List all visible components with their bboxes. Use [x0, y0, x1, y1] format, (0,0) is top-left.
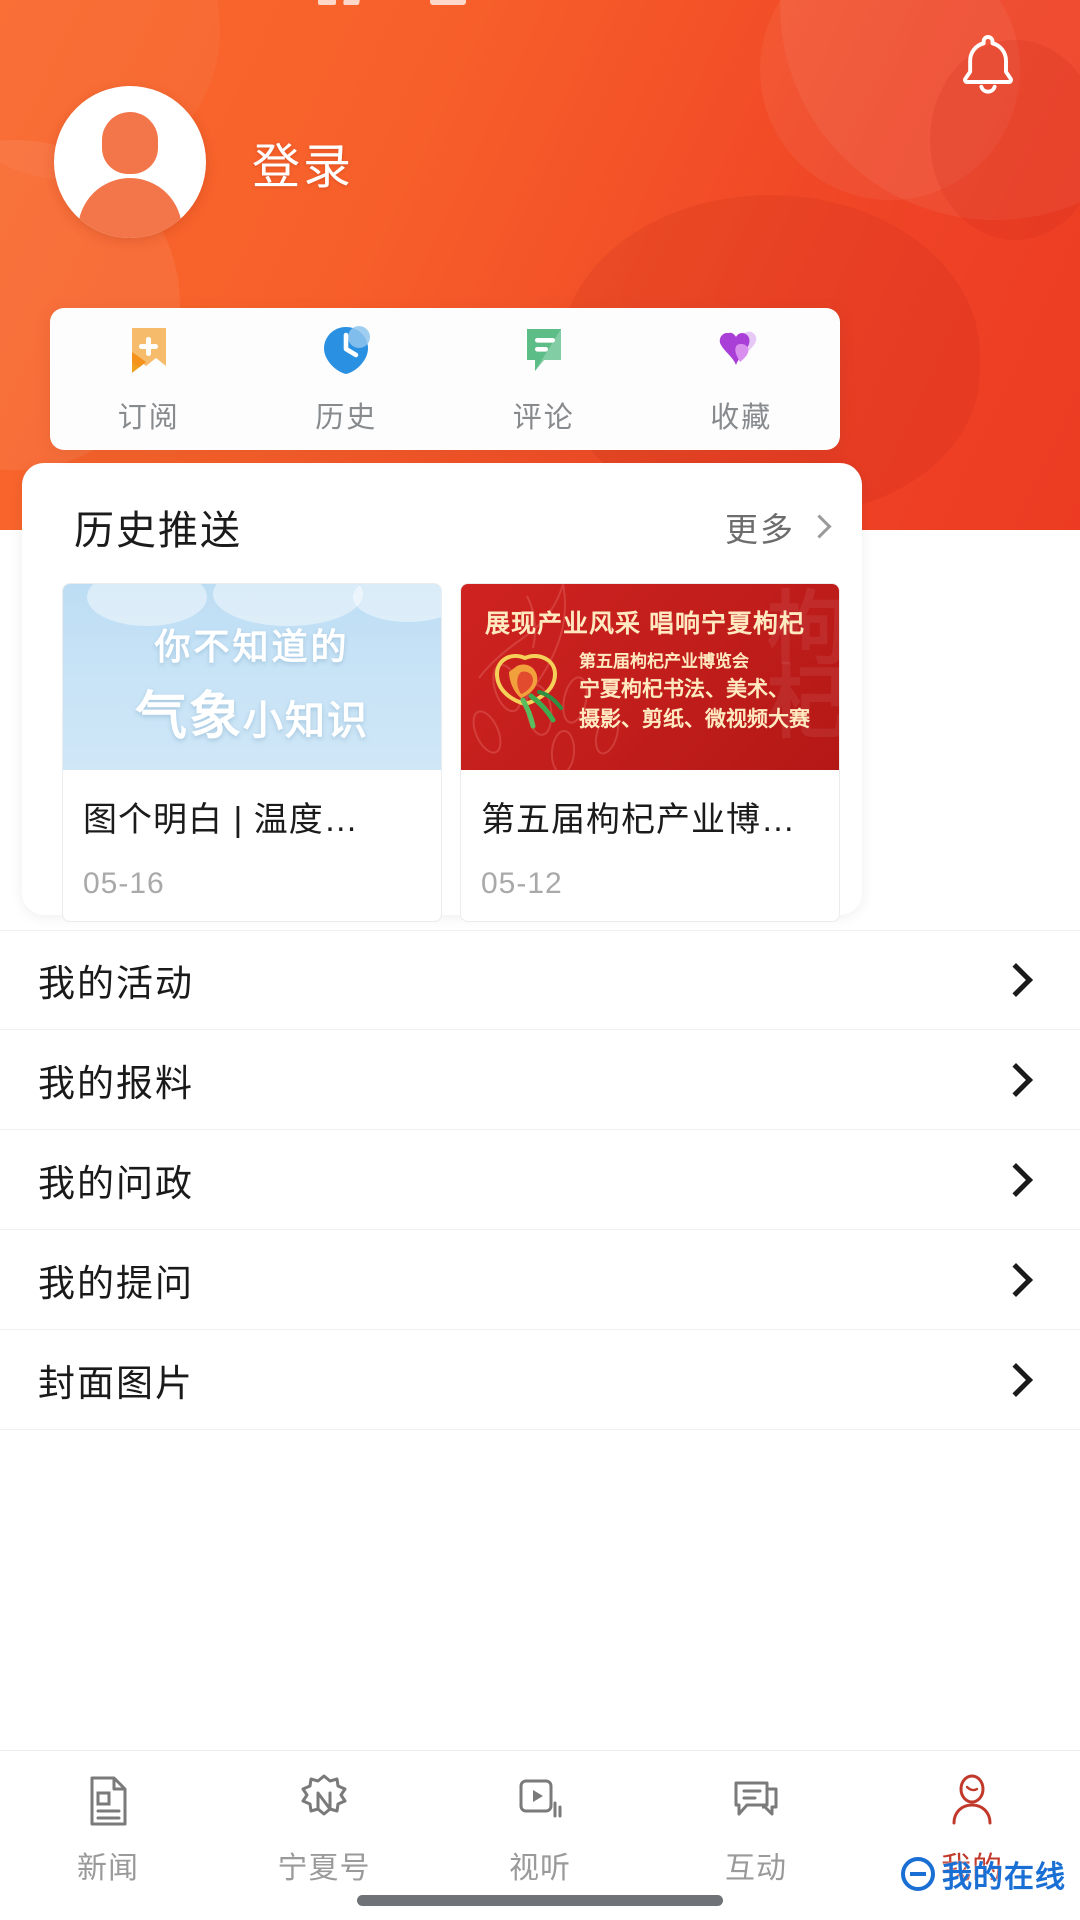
news-document-icon: [90, 1776, 127, 1826]
menu-item-cover-image[interactable]: 封面图片: [0, 1330, 1080, 1430]
chevron-right-icon: [999, 1262, 1033, 1297]
push-card-date: 05-12: [481, 867, 563, 900]
chevron-right-icon: [999, 1162, 1033, 1197]
chevron-right-icon: [999, 1062, 1033, 1097]
profile-person-icon: [952, 1774, 992, 1825]
watermark: 我的在线: [901, 1852, 1066, 1896]
push-thumbnail: 你不知道的 气象小知识: [63, 584, 441, 770]
status-icon: [343, 0, 361, 5]
history-push-more-button[interactable]: 更多: [725, 503, 832, 551]
history-push-section: 历史推送 更多 你不知道的 气象小知识 图个明白 | 温度… 05-16 枸杞: [22, 463, 862, 922]
quick-action-label: 历史: [315, 402, 378, 434]
tab-ningxia-hao[interactable]: 宁夏号: [216, 1773, 432, 1887]
status-bar: [0, 0, 1080, 14]
thumbnail-subline-big: 气象: [134, 688, 243, 746]
tab-video-audio[interactable]: 视听: [432, 1773, 648, 1887]
quick-action-subscribe[interactable]: 订阅: [50, 322, 248, 436]
tab-label: 新闻: [77, 1852, 139, 1885]
ningxia-n-badge-icon: [301, 1774, 347, 1816]
quick-action-label: 收藏: [710, 402, 773, 434]
poster-headline: 展现产业风采 唱响宁夏枸杞: [485, 610, 805, 638]
menu-item-label: 我的活动: [38, 963, 194, 1004]
menu-item-label: 我的报料: [38, 1062, 194, 1104]
quick-action-history[interactable]: 历史: [248, 322, 446, 436]
menu-item-my-report[interactable]: 我的报料: [0, 1030, 1080, 1130]
profile-header: 登录: [0, 0, 1080, 530]
menu-item-label: 我的问政: [38, 1162, 194, 1204]
push-card-title: 第五届枸杞产业博…: [481, 801, 796, 839]
interaction-chat-icon: [734, 1781, 778, 1816]
quick-action-comment[interactable]: 评论: [445, 322, 643, 436]
cloud-decor: [353, 584, 441, 622]
goji-emblem-icon: [494, 654, 563, 729]
status-icon: [318, 0, 336, 5]
chevron-right-icon: [999, 963, 1033, 997]
watermark-badge-icon: [901, 1857, 935, 1891]
notification-bell-button[interactable]: [952, 28, 1024, 100]
avatar-body-shape: [78, 178, 182, 238]
avatar-head-shape: [102, 112, 158, 174]
chevron-right-icon: [807, 513, 832, 539]
comment-bubble-icon: [515, 322, 573, 378]
history-push-card[interactable]: 你不知道的 气象小知识 图个明白 | 温度… 05-16: [62, 583, 442, 922]
menu-item-label: 我的提问: [38, 1262, 194, 1304]
favorite-hearts-icon: [712, 322, 770, 378]
poster-subline-1: 第五届枸杞产业博览会: [579, 652, 749, 671]
bell-icon: [963, 35, 1013, 94]
login-label[interactable]: 登录: [252, 127, 354, 197]
thumbnail-subline-small: 小知识: [243, 699, 369, 743]
chevron-right-icon: [999, 1362, 1033, 1397]
menu-item-my-question[interactable]: 我的提问: [0, 1230, 1080, 1330]
history-clock-icon: [317, 322, 375, 378]
menu-item-my-activity[interactable]: 我的活动: [0, 930, 1080, 1030]
header-decor-blob: [780, 0, 1080, 220]
thumbnail-subline: 气象小知识: [63, 674, 441, 749]
push-card-date: 05-16: [83, 867, 165, 900]
quick-action-favorite[interactable]: 收藏: [643, 322, 841, 436]
push-thumbnail: 枸杞 展现产业风采 唱响宁夏枸杞 第五届枸杞产业博览会 宁夏枸杞书法、美术、 摄…: [461, 584, 839, 770]
video-play-icon: [519, 1779, 562, 1818]
poster-subline-2: 宁夏枸杞书法、美术、: [579, 677, 789, 701]
section-title: 历史推送: [74, 509, 242, 553]
status-icon: [430, 0, 466, 5]
quick-actions-card: 订阅 历史 评论 收藏: [50, 308, 840, 450]
push-card-title: 图个明白 | 温度…: [83, 801, 359, 839]
quick-action-label: 订阅: [117, 402, 180, 434]
tab-interaction[interactable]: 互动: [648, 1773, 864, 1887]
tab-label: 互动: [725, 1852, 787, 1885]
watermark-text: 我的在线: [942, 1861, 1066, 1894]
tab-news[interactable]: 新闻: [0, 1773, 216, 1887]
history-push-card-list: 你不知道的 气象小知识 图个明白 | 温度… 05-16 枸杞 展现产业风采 唱…: [62, 583, 840, 922]
profile-login-row[interactable]: 登录: [54, 86, 354, 238]
avatar[interactable]: [54, 86, 206, 238]
poster-subline-3: 摄影、剪纸、微视频大赛: [579, 708, 810, 732]
thumbnail-headline: 你不知道的: [154, 626, 350, 667]
tab-label: 视听: [509, 1852, 571, 1885]
history-push-card[interactable]: 枸杞 展现产业风采 唱响宁夏枸杞 第五届枸杞产业博览会 宁夏枸杞书法、美术、 摄…: [460, 583, 840, 922]
more-label: 更多: [725, 511, 795, 548]
quick-action-label: 评论: [512, 402, 575, 434]
history-push-header: 历史推送 更多: [74, 499, 832, 555]
home-indicator: [357, 1895, 723, 1906]
tab-label: 宁夏号: [277, 1852, 371, 1885]
menu-item-label: 封面图片: [38, 1362, 194, 1404]
menu-item-my-governance[interactable]: 我的问政: [0, 1130, 1080, 1230]
poster-sublines: 第五届枸杞产业博览会 宁夏枸杞书法、美术、 摄影、剪纸、微视频大赛: [579, 650, 829, 736]
profile-menu-list: 我的活动 我的报料 我的问政 我的提问 封面图片: [0, 930, 1080, 1430]
subscribe-bookmark-icon: [120, 322, 178, 378]
